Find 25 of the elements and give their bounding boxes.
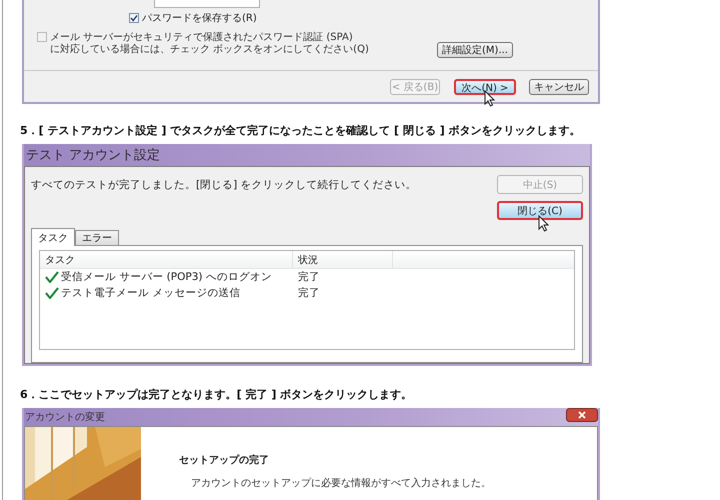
status-message: すべてのテストが完了しました。[閉じる] をクリックして続行してください。	[31, 178, 417, 193]
checkbox-label: メール サーバーがセキュリティで保護されたパスワード認証 (SPA) に対応している場合には、チェック ボックスをオンにしてください(Q)	[50, 32, 369, 56]
checkbox-label: パスワードを保存する(R)	[142, 12, 257, 25]
task-name: テスト電子メール メッセージの送信	[61, 286, 240, 300]
window-title: アカウントの変更	[24, 410, 105, 424]
checkbox[interactable]	[129, 13, 139, 23]
cursor-icon	[538, 215, 550, 232]
task-name: 受信メール サーバー (POP3) へのログオン	[61, 270, 272, 284]
task-status: 完了	[297, 270, 321, 284]
window-title: テスト アカウント設定	[25, 147, 162, 165]
tab[interactable]: エラー	[75, 230, 119, 245]
dialog-button[interactable]: 閉じる(C)	[497, 201, 583, 220]
step-instruction: 6．ここでセットアップは完了となります。[ 完了 ] ボタンをクリックします。	[20, 388, 414, 402]
column-header[interactable]: タスク	[40, 251, 293, 268]
task-status: 完了	[297, 286, 321, 300]
close-icon[interactable]	[566, 408, 598, 422]
info-text: アカウントのセットアップに必要な情報がすべて入力されました。	[190, 476, 491, 490]
section-heading: セットアップの完了	[179, 453, 270, 467]
dialog-button[interactable]: キャンセル	[529, 78, 589, 94]
step-instruction: 5．[ テストアカウント設定 ] でタスクが全て完了になったことを確認して [ 閉じる ] ボタンをクリックします。	[20, 124, 582, 138]
advanced-settings-button[interactable]: 詳細設定(M)...	[437, 42, 513, 58]
tab[interactable]: タスク	[31, 228, 75, 246]
dialog-button[interactable]: 次へ(N) >	[454, 78, 516, 94]
checkbox[interactable]	[37, 32, 47, 42]
column-header[interactable]: 状況	[293, 251, 393, 268]
